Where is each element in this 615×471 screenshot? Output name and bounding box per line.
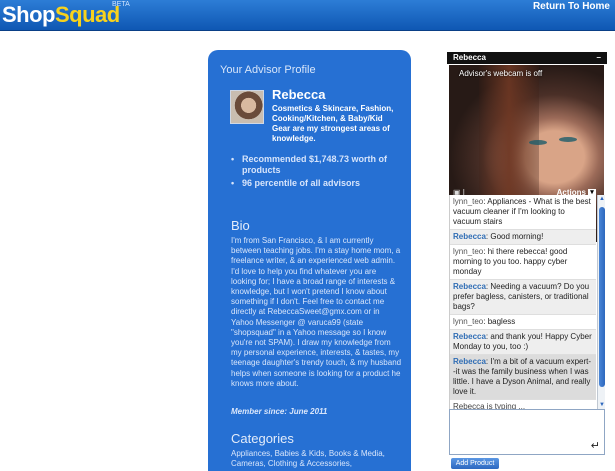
message-author: lynn_teo — [453, 317, 484, 326]
chat-title: Rebecca — [453, 53, 486, 62]
video-eye-shape — [559, 137, 577, 142]
message-author: lynn_teo — [453, 247, 484, 256]
chat-message: lynn_teo: Appliances - What is the best … — [450, 195, 596, 230]
message-author: Rebecca — [453, 332, 486, 341]
chat-scrollbar[interactable]: ▲ ▼ — [597, 195, 605, 409]
bio-heading: Bio — [231, 218, 250, 233]
categories-heading: Categories — [231, 431, 294, 446]
chat-message: lynn_teo: hi there rebecca! good morning… — [450, 245, 596, 280]
chat-input[interactable]: ↵ — [449, 409, 605, 455]
advisor-stats: Recommended $1,748.73 worth of products … — [230, 154, 406, 191]
minimize-button[interactable]: – — [597, 52, 601, 64]
advisor-name: Rebecca — [272, 87, 326, 102]
chat-header: Rebecca – — [447, 52, 607, 64]
chat-message: Rebecca: Needing a vacuum? Do you prefer… — [450, 280, 596, 315]
chat-panel: Rebecca – Advisor's webcam is off ▣ ǀ Ac… — [447, 52, 607, 471]
top-bar: ShopSquad BETA Return To Home — [0, 0, 615, 31]
message-author: Rebecca — [453, 232, 486, 241]
message-author: Rebecca — [453, 282, 486, 291]
typing-indicator: Rebecca is typing ... — [450, 400, 596, 409]
scroll-thumb[interactable] — [599, 207, 605, 387]
beta-badge: BETA — [112, 1, 130, 8]
message-text: : Good morning! — [485, 232, 544, 241]
logo-squad-text: Squad — [55, 2, 120, 27]
chat-message: Rebecca: I'm a bit of a vacuum expert--i… — [450, 355, 596, 400]
advisor-profile-card: Your Advisor Profile Rebecca Cosmetics &… — [208, 50, 411, 471]
scroll-down-icon[interactable]: ▼ — [598, 401, 606, 409]
member-since: Member since: June 2011 — [231, 407, 328, 416]
shopsquad-logo[interactable]: ShopSquad BETA — [2, 1, 130, 28]
logo-shop-text: Shop — [2, 2, 56, 27]
chat-message: lynn_teo: bagless — [450, 315, 596, 330]
chat-message: Rebecca: Good morning! — [450, 230, 596, 245]
categories-list: Appliances, Babies & Kids, Books & Media… — [231, 449, 385, 468]
scroll-up-icon[interactable]: ▲ — [598, 195, 606, 203]
webcam-off-note: Advisor's webcam is off — [459, 69, 543, 78]
return-home-link[interactable]: Return To Home — [533, 1, 610, 12]
chat-messages: lynn_teo: Appliances - What is the best … — [449, 195, 596, 409]
stat-percentile: 96 percentile of all advisors — [230, 178, 406, 189]
message-text: : bagless — [483, 317, 516, 326]
enter-icon[interactable]: ↵ — [591, 439, 600, 452]
message-author: Rebecca — [453, 357, 486, 366]
expertise-text: Cosmetics & Skincare, Fashion, Cooking/K… — [272, 104, 394, 143]
profile-title: Your Advisor Profile — [220, 64, 316, 76]
add-product-button[interactable]: Add Product — [451, 458, 499, 469]
bio-text: I'm from San Francisco, & I am currently… — [231, 236, 402, 388]
avatar — [230, 90, 264, 124]
message-author: lynn_teo — [453, 197, 484, 206]
chat-message: Rebecca: and thank you! Happy Cyber Mond… — [450, 330, 596, 355]
stat-recommended: Recommended $1,748.73 worth of products — [230, 154, 406, 176]
video-eye-shape — [529, 140, 547, 145]
